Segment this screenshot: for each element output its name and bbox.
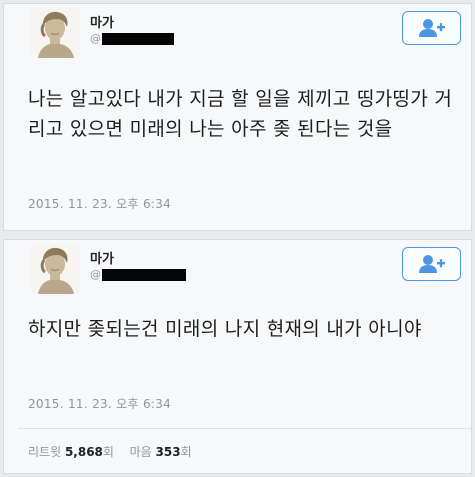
like-count[interactable]: 353 [156,445,181,459]
retweet-label: 리트윗 [28,445,62,459]
tweet-card-1: 마가 @ 나는 알고있다 내가 지금 할 일을 제끼고 띵가띵가 거리고 있으면… [3,3,472,231]
tweet-timestamp[interactable]: 2015. 11. 23. 오후 6:34 [28,195,171,212]
tweet-text: 하지만 좆되는건 미래의 나지 현재의 내가 아니야 [28,318,422,340]
retweet-count[interactable]: 5,868 [65,445,103,459]
redaction-bar [102,269,186,281]
divider [18,428,471,429]
display-name[interactable]: 마가 [90,248,114,267]
redaction-bar [102,33,174,45]
user-handle[interactable]: @ [90,32,174,45]
add-user-icon [418,19,445,37]
like-unit: 회 [180,445,192,459]
add-user-icon [418,255,445,273]
tweet-stats: 리트윗 5,868회 마음 353회 [28,443,192,460]
avatar[interactable] [30,8,80,58]
display-name[interactable]: 마가 [90,12,114,31]
follow-button[interactable] [402,247,461,281]
follow-button[interactable] [402,11,461,45]
tweet-timestamp[interactable]: 2015. 11. 23. 오후 6:34 [28,395,171,412]
statue-avatar-icon [30,244,80,294]
tweet-text: 나는 알고있다 내가 지금 할 일을 제끼고 띵가띵가 거리고 있으면 미래의 … [28,88,453,140]
retweet-unit: 회 [102,445,114,459]
statue-avatar-icon [30,8,80,58]
tweet-card-2: 마가 @ 하지만 좆되는건 미래의 나지 현재의 내가 아니야 2015. 11… [3,239,472,474]
like-label: 마음 [129,445,152,459]
user-handle[interactable]: @ [90,268,186,281]
avatar[interactable] [30,244,80,294]
handle-prefix: @ [90,268,101,281]
handle-prefix: @ [90,32,101,45]
